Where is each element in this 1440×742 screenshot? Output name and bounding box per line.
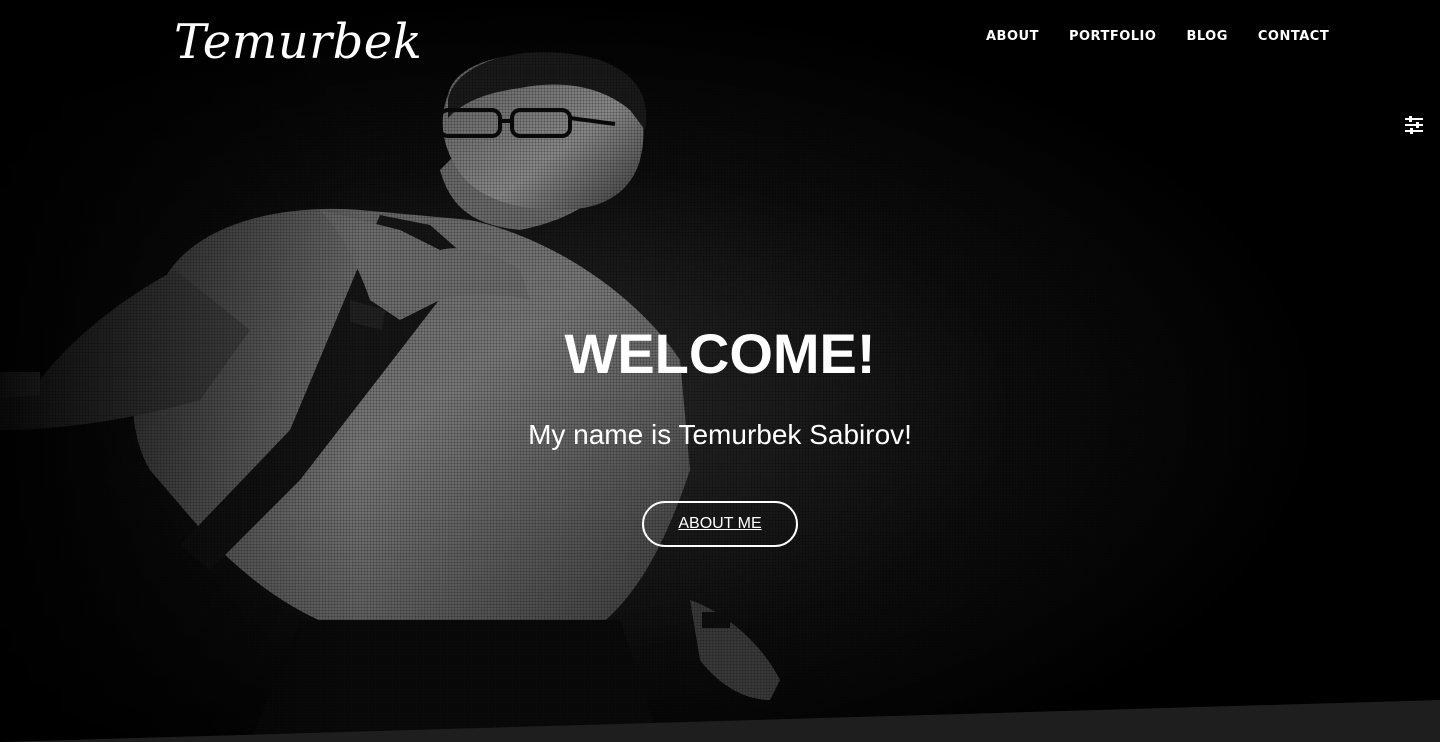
hero-title: WELCOME! (564, 322, 876, 385)
hero-subtitle: My name is Temurbek Sabirov! (528, 419, 912, 450)
hero-section: Temurbek ABOUT PORTFOLIO BLOG CONTACT WE… (0, 0, 1440, 742)
site-logo[interactable]: Temurbek (174, 14, 422, 72)
nav-item-contact[interactable]: CONTACT (1258, 29, 1329, 44)
nav-item-blog[interactable]: BLOG (1186, 29, 1227, 44)
nav-item-about[interactable]: ABOUT (986, 29, 1039, 44)
sliders-icon[interactable] (1403, 114, 1425, 136)
main-nav: ABOUT PORTFOLIO BLOG CONTACT (986, 29, 1329, 44)
nav-item-portfolio[interactable]: PORTFOLIO (1069, 29, 1156, 44)
about-me-button[interactable]: ABOUT ME (642, 501, 798, 547)
